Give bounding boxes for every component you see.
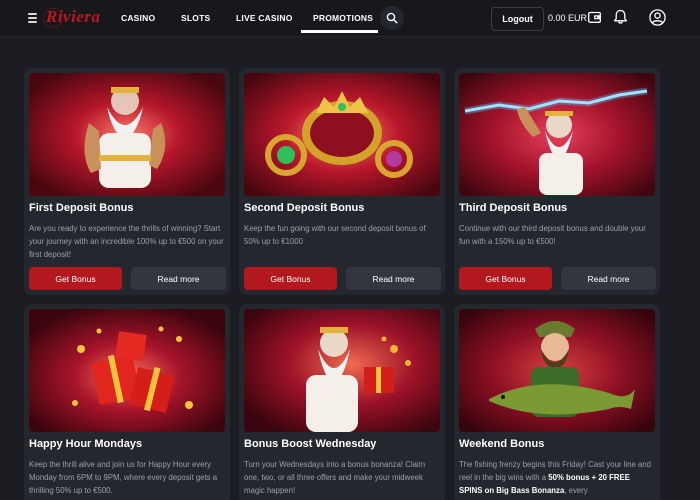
get-bonus-button[interactable]: Get Bonus (459, 267, 552, 290)
promo-card-weekend: Weekend Bonus The fishing frenzy begins … (454, 304, 660, 500)
read-more-button[interactable]: Read more (561, 267, 656, 290)
promo-image-zeus-lightning (459, 73, 655, 196)
promo-card-first-deposit: First Deposit Bonus Are you ready to exp… (24, 68, 230, 295)
logout-button[interactable]: Logout (491, 7, 544, 31)
read-more-button[interactable]: Read more (346, 267, 441, 290)
hamburger-icon[interactable] (28, 13, 37, 23)
balance-display: 0.00 EUR (548, 13, 588, 23)
promo-card-happy-hour: Happy Hour Mondays Keep the thrill alive… (24, 304, 230, 500)
promo-image-crown-rings (244, 73, 440, 196)
promo-image-zeus (29, 73, 225, 196)
nav-live-casino[interactable]: LIVE CASINO (236, 13, 293, 23)
search-button[interactable] (380, 6, 404, 30)
promo-card-second-deposit: Second Deposit Bonus Keep the fun going … (239, 68, 445, 295)
promo-description: Continue with our third deposit bonus an… (459, 224, 646, 246)
promo-description: Are you ready to experience the thrills … (29, 224, 224, 259)
promo-card-bonus-boost: Bonus Boost Wednesday Turn your Wednesda… (239, 304, 445, 500)
promo-description: The fishing frenzy begins this Friday! C… (459, 460, 651, 495)
get-bonus-button[interactable]: Get Bonus (29, 267, 122, 290)
user-icon[interactable] (649, 9, 666, 26)
promo-description: Turn your Wednesdays into a bonus bonanz… (244, 460, 426, 495)
search-icon (386, 12, 398, 24)
wallet-icon[interactable] (588, 11, 601, 23)
get-bonus-button[interactable]: Get Bonus (244, 267, 337, 290)
site-logo[interactable]: Riviera (46, 7, 101, 27)
nav-promotions[interactable]: PROMOTIONS (313, 13, 373, 23)
nav-active-indicator (301, 30, 378, 33)
promo-description: Keep the thrill alive and join us for Ha… (29, 460, 218, 495)
read-more-button[interactable]: Read more (131, 267, 226, 290)
promo-card-third-deposit: Third Deposit Bonus Continue with our th… (454, 68, 660, 295)
promo-title: Weekend Bonus (459, 438, 545, 450)
promo-title: Second Deposit Bonus (244, 202, 365, 214)
nav-casino[interactable]: CASINO (121, 13, 155, 23)
bell-icon[interactable] (613, 9, 628, 25)
promo-image-zeus-gift (244, 309, 440, 432)
promo-title: Bonus Boost Wednesday (244, 438, 377, 450)
nav-slots[interactable]: SLOTS (181, 13, 210, 23)
promo-title: Third Deposit Bonus (459, 202, 568, 214)
top-header: Riviera CASINO SLOTS LIVE CASINO PROMOTI… (0, 0, 700, 37)
promo-title: First Deposit Bonus (29, 202, 134, 214)
promo-image-fisherman (459, 309, 655, 432)
promo-image-gift-boxes (29, 309, 225, 432)
promo-description: Keep the fun going with our second depos… (244, 224, 426, 246)
promo-title: Happy Hour Mondays (29, 438, 143, 450)
